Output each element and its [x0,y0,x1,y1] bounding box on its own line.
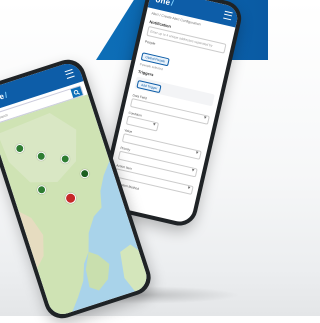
map-menu-icon[interactable] [64,68,75,79]
map-app-logo[interactable]: one/ [0,90,9,104]
app-logo[interactable]: one/ [155,0,175,7]
menu-icon[interactable] [223,10,233,21]
